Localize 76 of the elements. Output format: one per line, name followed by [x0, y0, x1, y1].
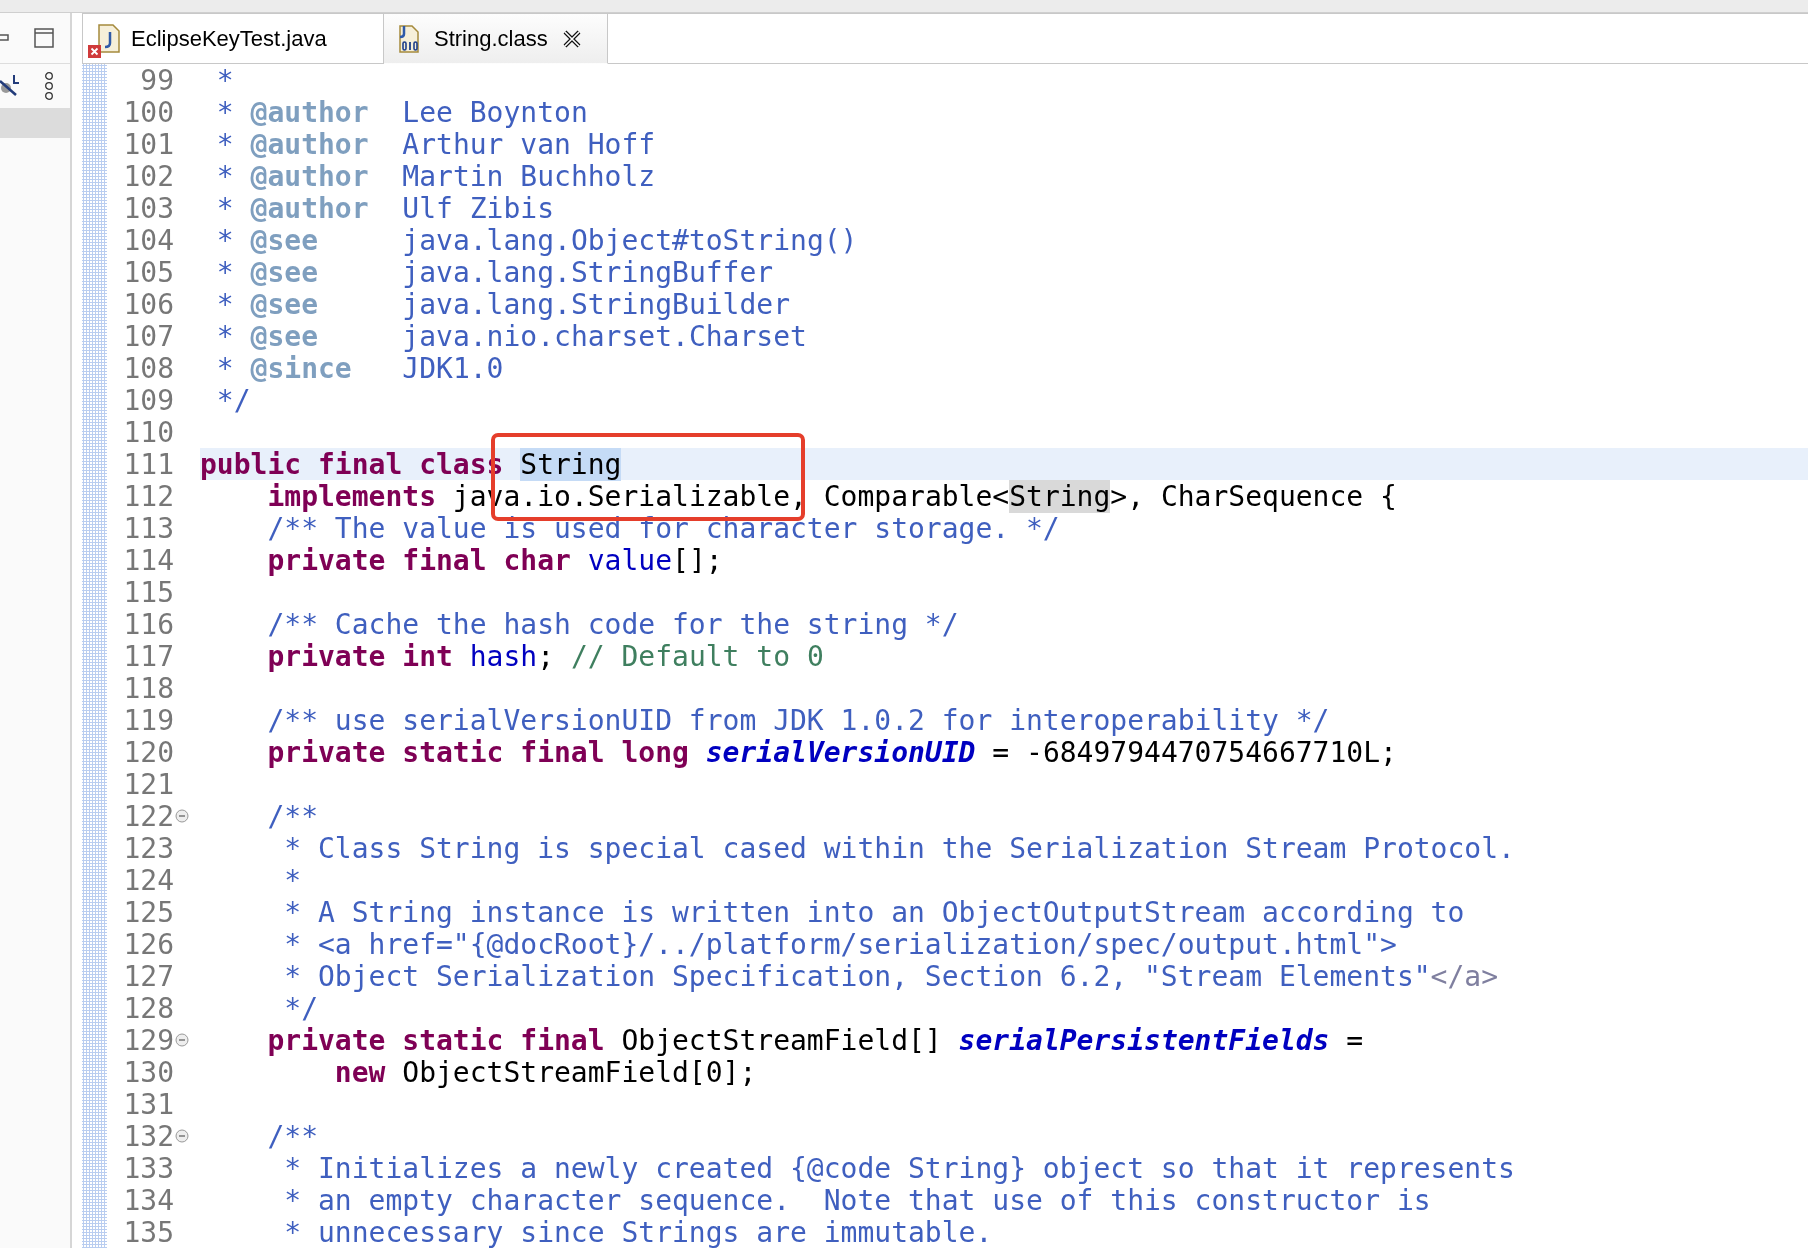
more-options-icon[interactable]: [44, 72, 54, 100]
code-line: * @author Lee Boynton: [215, 95, 588, 129]
line-number: 124: [122, 863, 174, 897]
line-number: 133: [122, 1151, 174, 1185]
line-number: 112: [122, 479, 174, 513]
code-line: /**: [266, 799, 318, 833]
code-line: /** Cache the hash code for the string */: [266, 607, 959, 641]
code-line: * @see java.lang.StringBuffer: [215, 255, 774, 289]
line-number: 105: [122, 255, 174, 289]
line-number: 116: [122, 607, 174, 641]
line-number: 111: [122, 447, 174, 481]
line-number: 129: [122, 1023, 174, 1057]
line-number: 106: [122, 287, 174, 321]
line-number: 134: [122, 1183, 174, 1217]
line-number: 115: [122, 575, 174, 609]
code-line: * Class String is special cased within the Serialization Stream Protocol.: [283, 831, 1515, 865]
code-line: */: [283, 991, 318, 1025]
line-number: 123: [122, 831, 174, 865]
code-line: * A String instance is written into an ObjectOutputStream according to: [283, 895, 1465, 929]
code-line: private int hash; // Default to 0: [266, 639, 824, 673]
line-number: 107: [122, 319, 174, 353]
line-number: 101: [122, 127, 174, 161]
line-number: 120: [122, 735, 174, 769]
code-line: *: [283, 863, 302, 897]
code-line: * unnecessary since Strings are immutable.: [283, 1215, 993, 1248]
line-number: 114: [122, 543, 174, 577]
code-line: * @since JDK1.0: [215, 351, 504, 385]
code-line: * Object Serialization Specification, Section 6.2, "Stream Elements"</a>: [283, 959, 1499, 993]
line-number: 103: [122, 191, 174, 225]
line-number: 119: [122, 703, 174, 737]
line-number: 128: [122, 991, 174, 1025]
collapse-icon[interactable]: [175, 1129, 189, 1143]
line-number: 132: [122, 1119, 174, 1153]
close-icon[interactable]: [561, 28, 582, 49]
line-number: 109: [122, 383, 174, 417]
code-line: * an empty character sequence. Note that use of this constructor is: [283, 1183, 1431, 1217]
line-number: 100: [122, 95, 174, 129]
line-number: 104: [122, 223, 174, 257]
collapse-icon[interactable]: [175, 1033, 189, 1047]
collapse-icon[interactable]: [175, 809, 189, 823]
code-line: * @see java.lang.Object#toString(): [215, 223, 858, 257]
line-number: 99: [139, 63, 174, 97]
code-line: new ObjectStreamField[0];: [334, 1055, 757, 1089]
code-line: * Initializes a newly created {@code String} object so that it represents: [283, 1151, 1515, 1185]
code-line: /** use serialVersionUID from JDK 1.0.2 for interoperability */: [266, 703, 1330, 737]
code-line: private final char value[];: [266, 543, 723, 577]
line-number: 135: [122, 1215, 174, 1248]
line-number: 108: [122, 351, 174, 385]
code-line: /**: [266, 1119, 318, 1153]
editor-tab[interactable]: EclipseKeyTest.java: [82, 13, 384, 64]
code-line: * @author Martin Buchholz: [215, 159, 656, 193]
minimize-icon[interactable]: [0, 33, 9, 43]
code-line: * @see java.lang.StringBuilder: [215, 287, 791, 321]
maximize-icon[interactable]: [34, 28, 54, 48]
code-line: private static final long serialVersionUID = -6849794470754667710L;: [266, 735, 1397, 769]
code-line: * @see java.nio.charset.Charset: [215, 319, 807, 353]
line-number: 127: [122, 959, 174, 993]
filter-icon[interactable]: [0, 73, 22, 99]
code-line: * @author Arthur van Hoff: [215, 127, 656, 161]
line-number: 125: [122, 895, 174, 929]
line-number: 121: [122, 767, 174, 801]
line-number: 102: [122, 159, 174, 193]
line-number: 118: [122, 671, 174, 705]
line-number: 126: [122, 927, 174, 961]
line-number: 113: [122, 511, 174, 545]
editor-tab[interactable]: String.class: [384, 13, 608, 64]
code-line: private static final ObjectStreamField[] serialPersistentFields =: [266, 1023, 1364, 1057]
code-line: * @author Ulf Zibis: [215, 191, 555, 225]
code-line: * <a href="{@docRoot}/../platform/serialization/spec/output.html">: [283, 927, 1397, 961]
code-line: *: [215, 63, 234, 97]
line-number: 117: [122, 639, 174, 673]
line-number: 130: [122, 1055, 174, 1089]
line-number: 122: [122, 799, 174, 833]
line-number: 131: [122, 1087, 174, 1121]
code-line: */: [215, 383, 251, 417]
line-number: 110: [122, 415, 174, 449]
